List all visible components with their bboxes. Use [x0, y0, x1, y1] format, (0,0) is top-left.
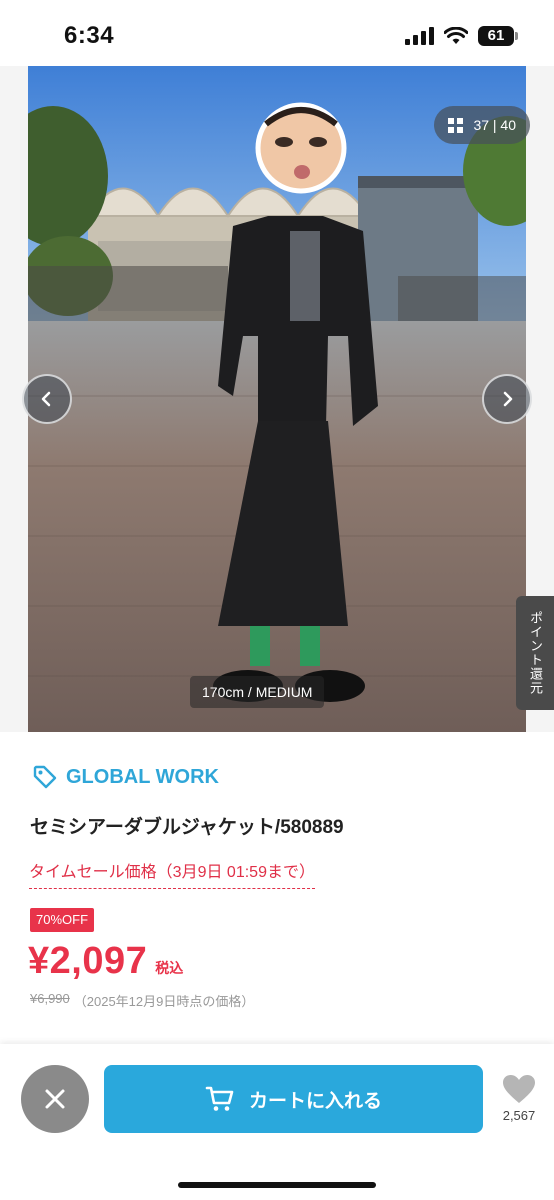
chevron-left-icon	[41, 391, 51, 407]
heart-icon	[503, 1075, 535, 1103]
add-to-cart-button[interactable]: カートに入れる	[104, 1065, 483, 1133]
image-counter-text: 37 | 40	[473, 117, 516, 133]
previous-image-button[interactable]	[22, 374, 72, 424]
status-icons: 61	[405, 26, 518, 46]
points-return-tab[interactable]: ポイント還元	[516, 596, 554, 710]
favorite-button[interactable]: 2,567	[494, 1074, 544, 1123]
sale-price: ¥2,097	[28, 940, 148, 982]
bottom-action-bar: カートに入れる 2,567	[0, 1044, 554, 1200]
signal-icon	[405, 27, 434, 45]
original-price: ¥6,990	[30, 991, 70, 1006]
tag-icon	[33, 765, 57, 789]
home-indicator	[178, 1182, 376, 1188]
battery-icon: 61	[478, 26, 518, 46]
grid-icon	[448, 117, 464, 133]
close-button[interactable]	[21, 1065, 89, 1133]
status-bar: 6:34 61	[0, 0, 554, 66]
favorite-count: 2,567	[502, 1108, 536, 1123]
product-title: セミシアーダブルジャケット/580889	[30, 817, 344, 838]
product-image-gallery[interactable]: 37 | 40 170cm / MEDIUM ポイント還元	[0, 66, 554, 732]
add-to-cart-label: カートに入れる	[248, 1090, 382, 1112]
chevron-right-icon	[503, 391, 513, 407]
time-sale-label[interactable]: タイムセール価格（3月9日 01:59まで）	[29, 858, 315, 889]
status-time: 6:34	[64, 22, 115, 49]
discount-badge: 70%OFF	[30, 908, 95, 932]
image-counter[interactable]: 37 | 40	[434, 106, 530, 144]
brand-link[interactable]: GLOBAL WORK	[32, 764, 219, 790]
wifi-icon	[444, 27, 468, 44]
original-price-row: ¥6,990 （2025年12月9日時点の価格）	[30, 991, 254, 1010]
close-icon	[45, 1089, 65, 1109]
product-photo[interactable]	[28, 66, 526, 732]
cart-icon	[205, 1086, 234, 1111]
tax-label: 税込	[155, 960, 184, 976]
product-photo-illustration	[28, 66, 526, 732]
next-image-button[interactable]	[482, 374, 532, 424]
price-row: ¥2,097 税込	[28, 940, 183, 983]
model-size-label: 170cm / MEDIUM	[190, 676, 325, 708]
brand-name: GLOBAL WORK	[66, 765, 219, 788]
original-price-note: （2025年12月9日時点の価格）	[73, 994, 255, 1009]
